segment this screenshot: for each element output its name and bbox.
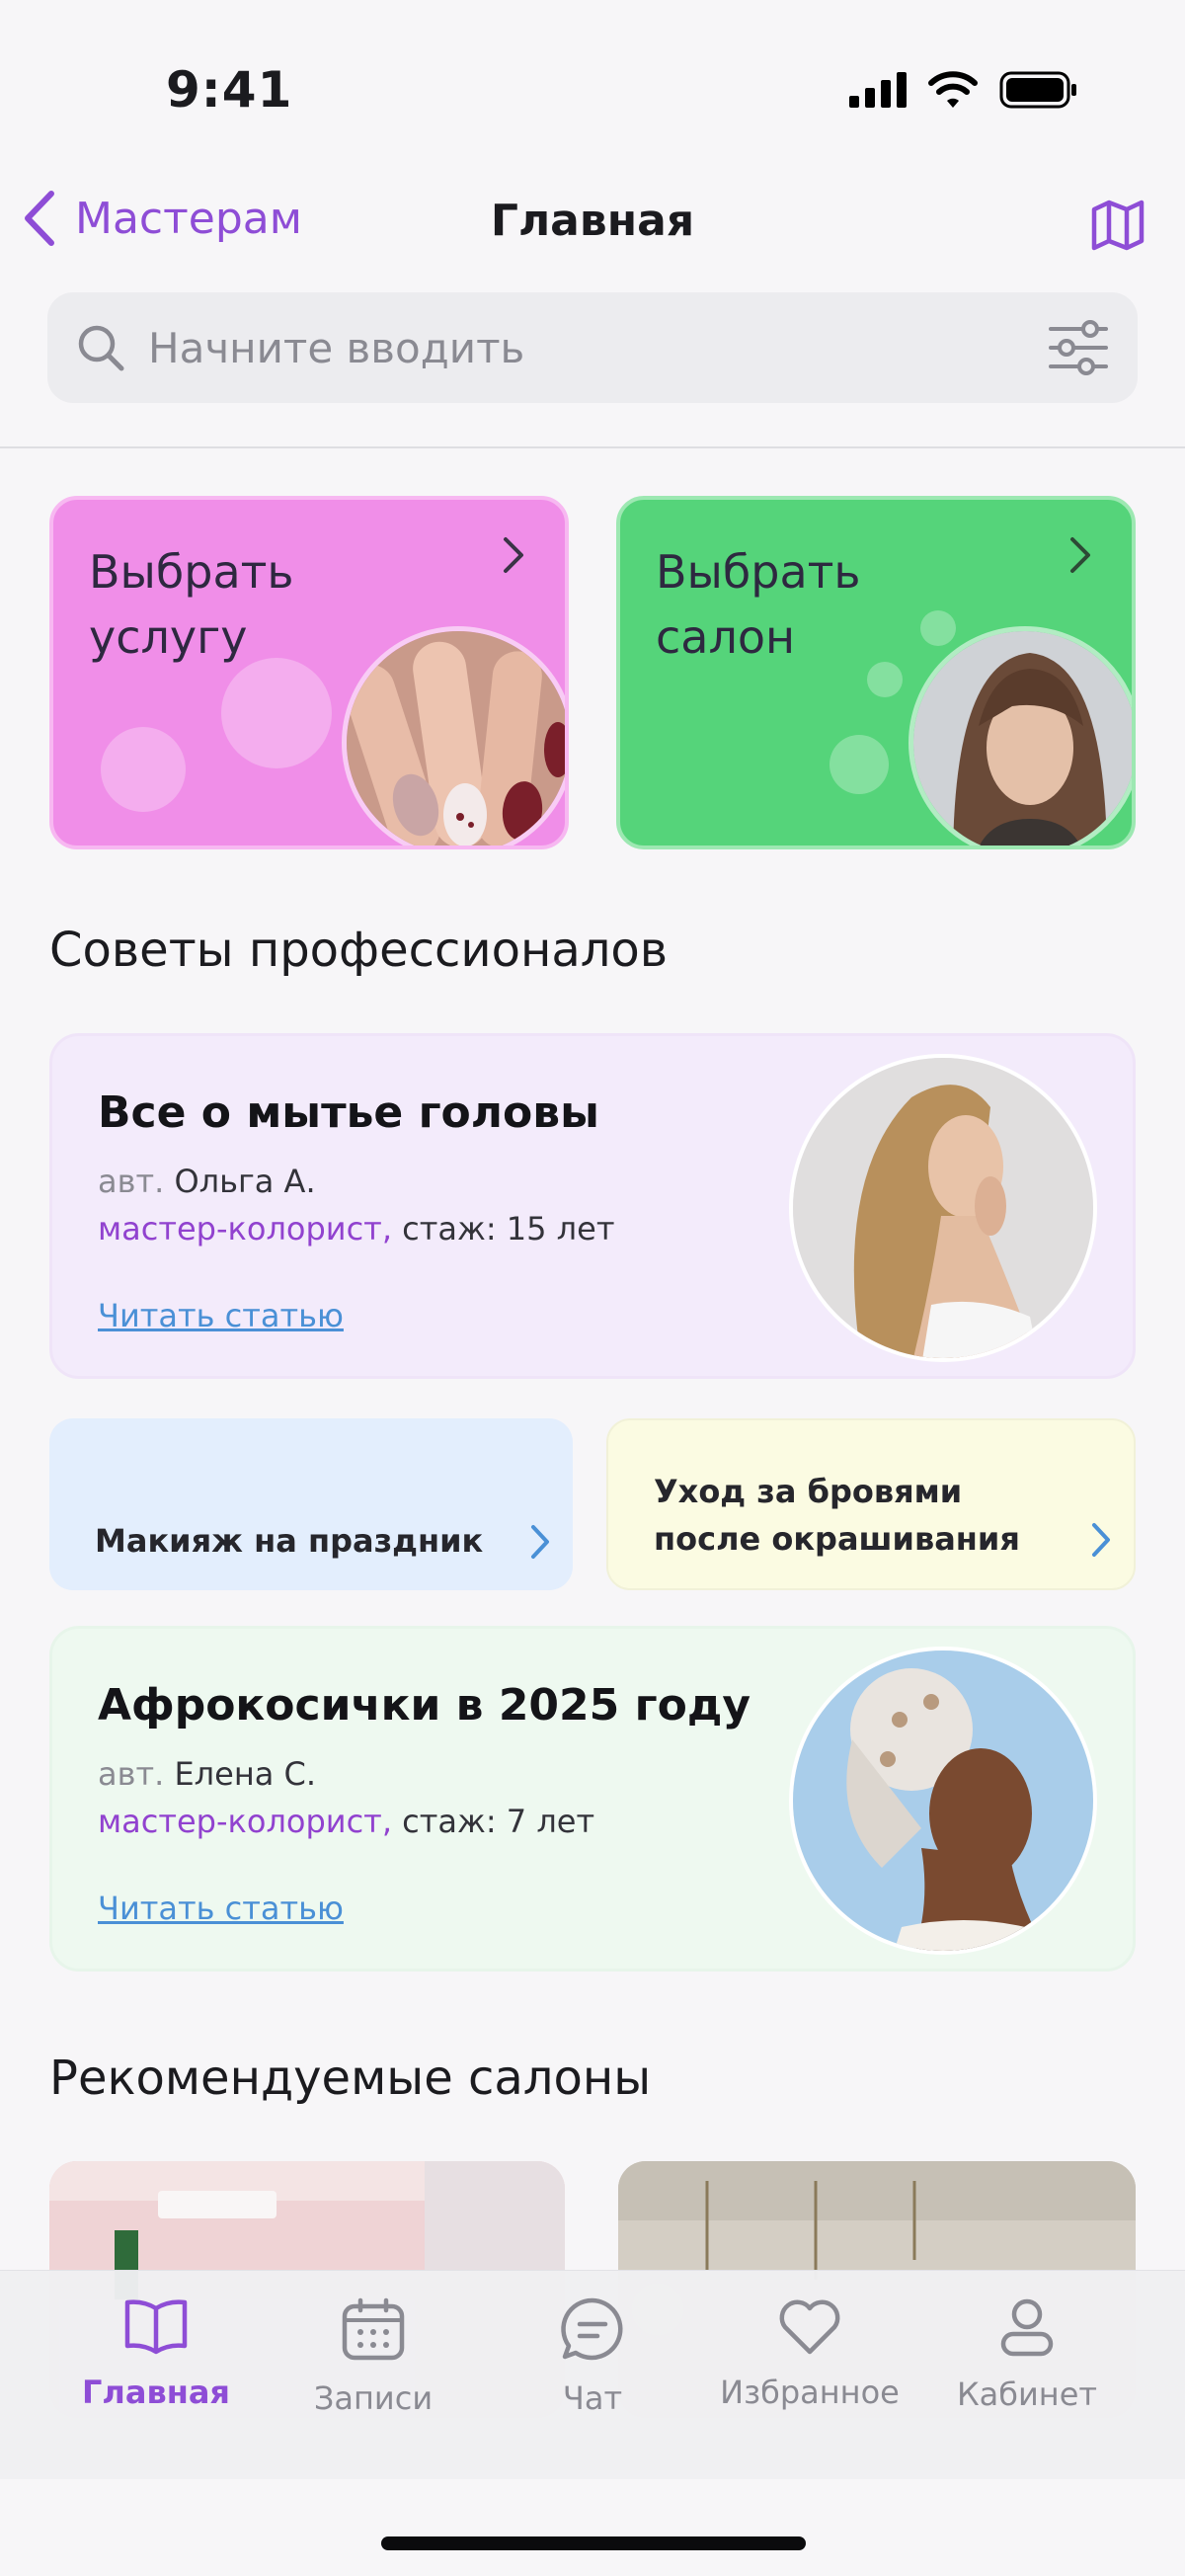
- tab-label: Записи: [313, 2379, 434, 2417]
- tab-home[interactable]: Главная: [47, 2296, 265, 2411]
- profile-icon: [1000, 2298, 1054, 2357]
- heart-icon: [779, 2299, 840, 2355]
- makeup-label: Макияж на праздник: [95, 1522, 484, 1560]
- status-time: 9:41: [166, 61, 293, 119]
- chat-icon: [561, 2297, 623, 2361]
- author-prefix: авт.: [98, 1755, 165, 1793]
- chevron-right-icon: [1070, 537, 1090, 573]
- author-name: Ольга А.: [174, 1163, 316, 1200]
- braids-model-photo: [789, 1647, 1097, 1955]
- tab-label: Кабинет: [956, 2375, 1098, 2413]
- article-author: авт. Ольга А.: [98, 1163, 316, 1200]
- article-title: Все о мытье головы: [98, 1087, 599, 1138]
- tips-section-title: Советы профессионалов: [49, 923, 669, 978]
- chevron-right-icon: [1092, 1523, 1110, 1557]
- choose-service-card[interactable]: Выбрать услугу: [49, 496, 569, 849]
- tab-label: Чат: [562, 2379, 623, 2417]
- home-indicator: [381, 2536, 806, 2550]
- article-title: Афрокосички в 2025 году: [98, 1680, 751, 1731]
- brow-care-line2: после окрашивания: [654, 1520, 1020, 1558]
- article-card[interactable]: Все о мытье головы авт. Ольга А. мастер-…: [49, 1033, 1136, 1379]
- author-prefix: авт.: [98, 1163, 165, 1200]
- article-author: авт. Елена С.: [98, 1755, 316, 1793]
- author-role: мастер-колорист,: [98, 1803, 392, 1840]
- manicure-photo: [342, 626, 565, 845]
- brow-care-card[interactable]: Уход за бровями после окрашивания: [606, 1418, 1136, 1590]
- search-input[interactable]: Начните вводить: [148, 324, 1047, 372]
- calendar-icon: [342, 2297, 405, 2361]
- choose-salon-card[interactable]: Выбрать салон: [616, 496, 1136, 849]
- tab-bar: Главная Записи Чат Избранное Кабинет: [0, 2270, 1185, 2479]
- author-role: мастер-колорист,: [98, 1210, 392, 1248]
- tab-bookings[interactable]: Записи: [265, 2296, 482, 2417]
- choose-service-label: Выбрать услугу: [89, 545, 294, 664]
- choose-salon-label: Выбрать салон: [656, 545, 861, 664]
- tab-label: Избранное: [720, 2374, 900, 2411]
- article-card[interactable]: Афрокосички в 2025 году авт. Елена С. ма…: [49, 1626, 1136, 1972]
- signal-icon: [849, 72, 907, 108]
- salon-woman-photo: [908, 626, 1132, 845]
- makeup-card[interactable]: Макияж на праздник: [49, 1418, 573, 1590]
- tab-favorites[interactable]: Избранное: [701, 2296, 918, 2411]
- read-article-link[interactable]: Читать статью: [98, 1297, 344, 1334]
- article-role: мастер-колорист, стаж: 7 лет: [98, 1803, 594, 1840]
- hair-model-photo: [789, 1054, 1097, 1362]
- search-bar[interactable]: Начните вводить: [47, 292, 1138, 403]
- tab-profile[interactable]: Кабинет: [918, 2296, 1136, 2413]
- page-title: Главная: [490, 196, 695, 246]
- author-experience: стаж: 7 лет: [402, 1803, 595, 1840]
- brow-care-line1: Уход за бровями: [654, 1473, 963, 1510]
- wifi-icon: [928, 71, 978, 108]
- chevron-right-icon: [531, 1525, 549, 1559]
- filter-icon[interactable]: [1047, 319, 1110, 376]
- map-button[interactable]: [1090, 198, 1146, 257]
- author-experience: стаж: 15 лет: [402, 1210, 615, 1248]
- header-divider: [0, 446, 1185, 448]
- tab-label: Главная: [82, 2374, 230, 2411]
- recommended-section-title: Рекомендуемые салоны: [49, 2051, 652, 2106]
- article-role: мастер-колорист, стаж: 15 лет: [98, 1210, 614, 1248]
- brow-care-label: Уход за бровями после окрашивания: [654, 1468, 1020, 1563]
- status-icons: [849, 71, 1078, 109]
- author-name: Елена С.: [174, 1755, 317, 1793]
- battery-icon: [999, 71, 1076, 109]
- search-icon: [78, 325, 124, 371]
- chevron-right-icon: [504, 537, 523, 573]
- tab-chat[interactable]: Чат: [484, 2296, 701, 2417]
- read-article-link[interactable]: Читать статью: [98, 1890, 344, 1927]
- book-icon: [124, 2299, 188, 2355]
- map-icon: [1091, 200, 1145, 251]
